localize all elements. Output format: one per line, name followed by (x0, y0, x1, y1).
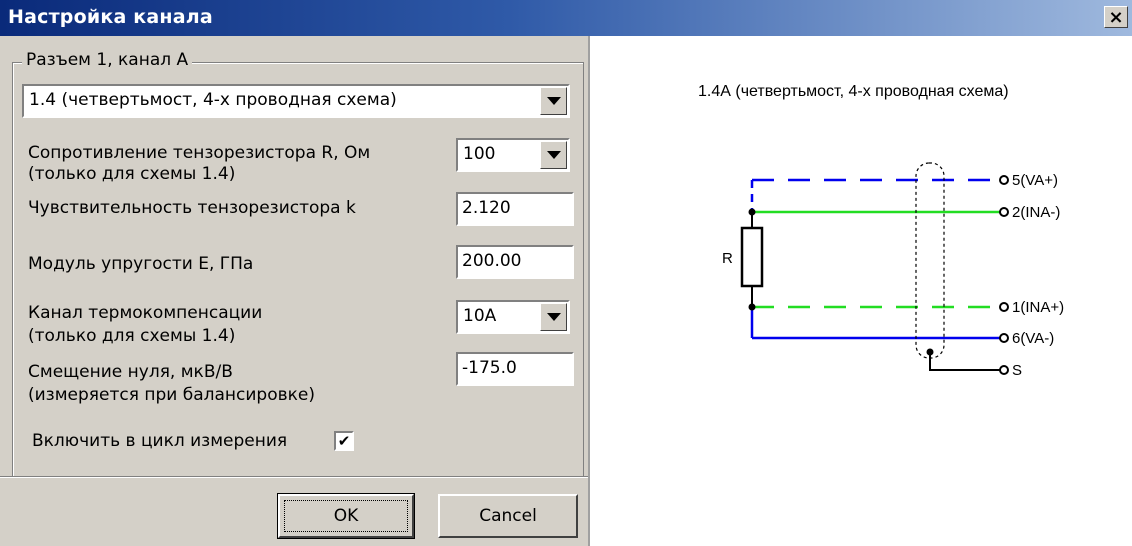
resistor-label: R (722, 250, 733, 267)
junction-dot (748, 208, 756, 216)
terminal-dot (999, 302, 1009, 312)
pin-label-ina-minus: 2(INA-) (1012, 204, 1060, 221)
pin-label-va-minus: 6(VA-) (1012, 330, 1054, 347)
cable-shield (915, 162, 945, 359)
pin-label-ina-plus: 1(INA+) (1012, 299, 1064, 316)
junction-dot (748, 303, 756, 311)
resistor (740, 226, 764, 288)
terminal-dot (999, 207, 1009, 217)
pin-label-va-plus: 5(VA+) (1012, 172, 1058, 189)
terminal-dot (999, 175, 1009, 185)
wire-shield (929, 352, 1000, 371)
wiring-diagram: R 5(VA+) 2(INA-) 1(INA+) 6(VA-) S (722, 162, 1064, 379)
terminal-dot (999, 365, 1009, 375)
junction-dot (926, 348, 934, 356)
terminal-dot (999, 333, 1009, 343)
pin-label-shield: S (1012, 362, 1022, 379)
